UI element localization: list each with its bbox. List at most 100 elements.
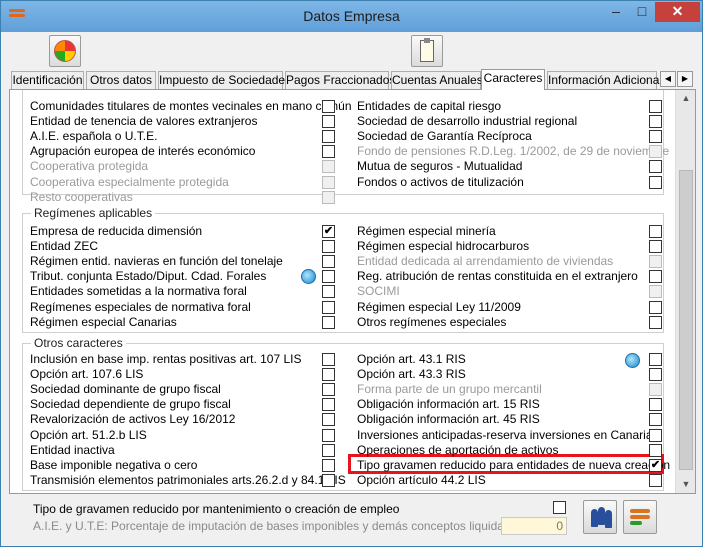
tab-next-button[interactable]: ▶ xyxy=(677,71,693,87)
otros-right-label: Tipo gravamen reducido para entidades de… xyxy=(357,458,671,472)
otros-right-checkbox[interactable] xyxy=(649,444,662,457)
otros-left-label: Transmisión elementos patrimoniales arts… xyxy=(30,473,346,487)
clipboard-button[interactable] xyxy=(411,35,443,67)
vertical-scrollbar[interactable]: ▲ ▼ xyxy=(675,90,695,493)
refresh-button[interactable] xyxy=(49,35,81,67)
regimen-left-checkbox[interactable] xyxy=(322,255,335,268)
otros-left-checkbox[interactable] xyxy=(322,398,335,411)
otros-left-label: Opción art. 107.6 LIS xyxy=(30,367,144,381)
otros-right-checkbox[interactable] xyxy=(649,353,662,366)
otros-left-checkbox[interactable] xyxy=(322,368,335,381)
regimen-left-checkbox[interactable] xyxy=(322,240,335,253)
title-bar[interactable]: Datos Empresa – □ ✕ xyxy=(1,1,702,32)
entity-right-label: Sociedad de desarrollo industrial region… xyxy=(357,114,578,128)
toolbar xyxy=(9,33,696,69)
entity-right-checkbox[interactable] xyxy=(649,100,662,113)
regimen-right-label: Otros regímenes especiales xyxy=(357,315,507,329)
tab-impuesto-sociedades[interactable]: Impuesto de Sociedades xyxy=(158,71,291,89)
entity-left-checkbox[interactable] xyxy=(322,130,335,143)
tab-caracteres[interactable]: Caracteres xyxy=(481,69,545,90)
otros-left-checkbox[interactable] xyxy=(322,383,335,396)
entity-right-checkbox[interactable] xyxy=(649,130,662,143)
regimen-left-checkbox[interactable] xyxy=(322,316,335,329)
entity-right-label: Sociedad de Garantía Recíproca xyxy=(357,129,532,143)
otros-right-checkbox[interactable] xyxy=(649,398,662,411)
regimen-right-label: Régimen especial hidrocarburos xyxy=(357,239,530,253)
entity-left-checkbox xyxy=(322,176,335,189)
otros-left-label: Revalorización de activos Ley 16/2012 xyxy=(30,412,236,426)
otros-left-checkbox[interactable] xyxy=(322,353,335,366)
entity-left-checkbox[interactable] xyxy=(322,100,335,113)
otros-left-label: Entidad inactiva xyxy=(30,443,115,457)
info-icon-tributacion[interactable] xyxy=(301,269,316,284)
regimen-left-checkbox[interactable] xyxy=(322,285,335,298)
otros-left-checkbox[interactable] xyxy=(322,444,335,457)
entity-right-checkbox[interactable] xyxy=(649,176,662,189)
reduced-rate-employment-checkbox[interactable] xyxy=(553,501,566,514)
regimen-left-checkbox[interactable]: ✔ xyxy=(322,225,335,238)
exit-button[interactable] xyxy=(623,500,657,534)
tab-cuentas-anuales[interactable]: Cuentas Anuales xyxy=(391,71,483,89)
info-icon-opcion-43[interactable] xyxy=(625,353,640,368)
scroll-up-button[interactable]: ▲ xyxy=(676,90,696,107)
tab-informacion-adicional[interactable]: Información Adicional xyxy=(547,71,662,89)
minimize-button[interactable]: – xyxy=(603,2,629,22)
tab-strip: Identificación Otros datos Impuesto de S… xyxy=(9,69,696,90)
otros-left-checkbox[interactable] xyxy=(322,474,335,487)
entity-right-label: Fondo de pensiones R.D.Leg. 1/2002, de 2… xyxy=(357,144,670,158)
bottom-bar: Tipo de gravamen reducido por mantenimie… xyxy=(1,494,702,546)
entity-left-label: Cooperativa especialmente protegida xyxy=(30,175,229,189)
tab-pagos-fraccionados[interactable]: Pagos Fraccionados xyxy=(285,71,395,89)
refresh-icon xyxy=(54,40,76,62)
regimen-right-label: Reg. atribución de rentas constituida en… xyxy=(357,269,638,283)
entity-right-checkbox[interactable] xyxy=(649,115,662,128)
entity-right-checkbox[interactable] xyxy=(649,160,662,173)
otros-left-label: Base imponible negativa o cero xyxy=(30,458,198,472)
group-legend-otros-caracteres: Otros caracteres xyxy=(31,336,126,350)
otros-right-label: Forma parte de un grupo mercantil xyxy=(357,382,542,396)
people-icon xyxy=(591,507,612,528)
regimen-right-checkbox[interactable] xyxy=(649,240,662,253)
maximize-button[interactable]: □ xyxy=(629,2,655,22)
regimen-right-checkbox xyxy=(649,285,662,298)
aie-percentage-input[interactable]: 0 xyxy=(501,517,567,535)
regimen-right-checkbox[interactable] xyxy=(649,270,662,283)
regimen-left-label: Régimen especial Canarias xyxy=(30,315,177,329)
otros-right-label: Opción artículo 44.2 LIS xyxy=(357,473,486,487)
otros-right-checkbox[interactable] xyxy=(649,429,662,442)
regimen-left-checkbox[interactable] xyxy=(322,270,335,283)
group-legend-regimenes: Regímenes aplicables xyxy=(31,206,156,220)
entity-left-checkbox[interactable] xyxy=(322,145,335,158)
entity-right-label: Entidades de capital riesgo xyxy=(357,99,502,113)
tab-otros-datos[interactable]: Otros datos xyxy=(86,71,156,89)
scroll-thumb[interactable] xyxy=(679,170,693,470)
entity-left-label: Comunidades titulares de montes vecinale… xyxy=(30,99,352,113)
scroll-down-button[interactable]: ▼ xyxy=(676,476,696,493)
otros-right-checkbox[interactable] xyxy=(649,368,662,381)
otros-right-label: Obligación información art. 15 RIS xyxy=(357,397,540,411)
tab-prev-button[interactable]: ◀ xyxy=(660,71,676,87)
regimen-left-label: Régimen entid. navieras en función del t… xyxy=(30,254,283,268)
otros-left-checkbox[interactable] xyxy=(322,459,335,472)
otros-right-checkbox[interactable]: ✔ xyxy=(649,459,662,472)
entity-left-checkbox xyxy=(322,191,335,204)
regimen-left-checkbox[interactable] xyxy=(322,301,335,314)
otros-right-checkbox[interactable] xyxy=(649,474,662,487)
otros-right-checkbox[interactable] xyxy=(649,413,662,426)
close-button[interactable]: ✕ xyxy=(655,2,700,22)
reduced-rate-employment-label: Tipo de gravamen reducido por mantenimie… xyxy=(33,502,400,516)
entity-left-checkbox xyxy=(322,160,335,173)
otros-left-label: Sociedad dependiente de grupo fiscal xyxy=(30,397,231,411)
regimen-right-checkbox[interactable] xyxy=(649,225,662,238)
regimen-right-checkbox xyxy=(649,255,662,268)
regimen-right-label: Régimen especial Ley 11/2009 xyxy=(357,300,521,314)
tab-identificacion[interactable]: Identificación xyxy=(11,71,84,89)
datos-empresa-window: Datos Empresa – □ ✕ Identificación Otros… xyxy=(0,0,703,547)
entity-left-checkbox[interactable] xyxy=(322,115,335,128)
otros-left-checkbox[interactable] xyxy=(322,413,335,426)
regimen-right-checkbox[interactable] xyxy=(649,316,662,329)
regimen-right-checkbox[interactable] xyxy=(649,301,662,314)
people-button[interactable] xyxy=(583,500,617,534)
otros-left-checkbox[interactable] xyxy=(322,429,335,442)
regimen-right-label: Entidad dedicada al arrendamiento de viv… xyxy=(357,254,614,268)
